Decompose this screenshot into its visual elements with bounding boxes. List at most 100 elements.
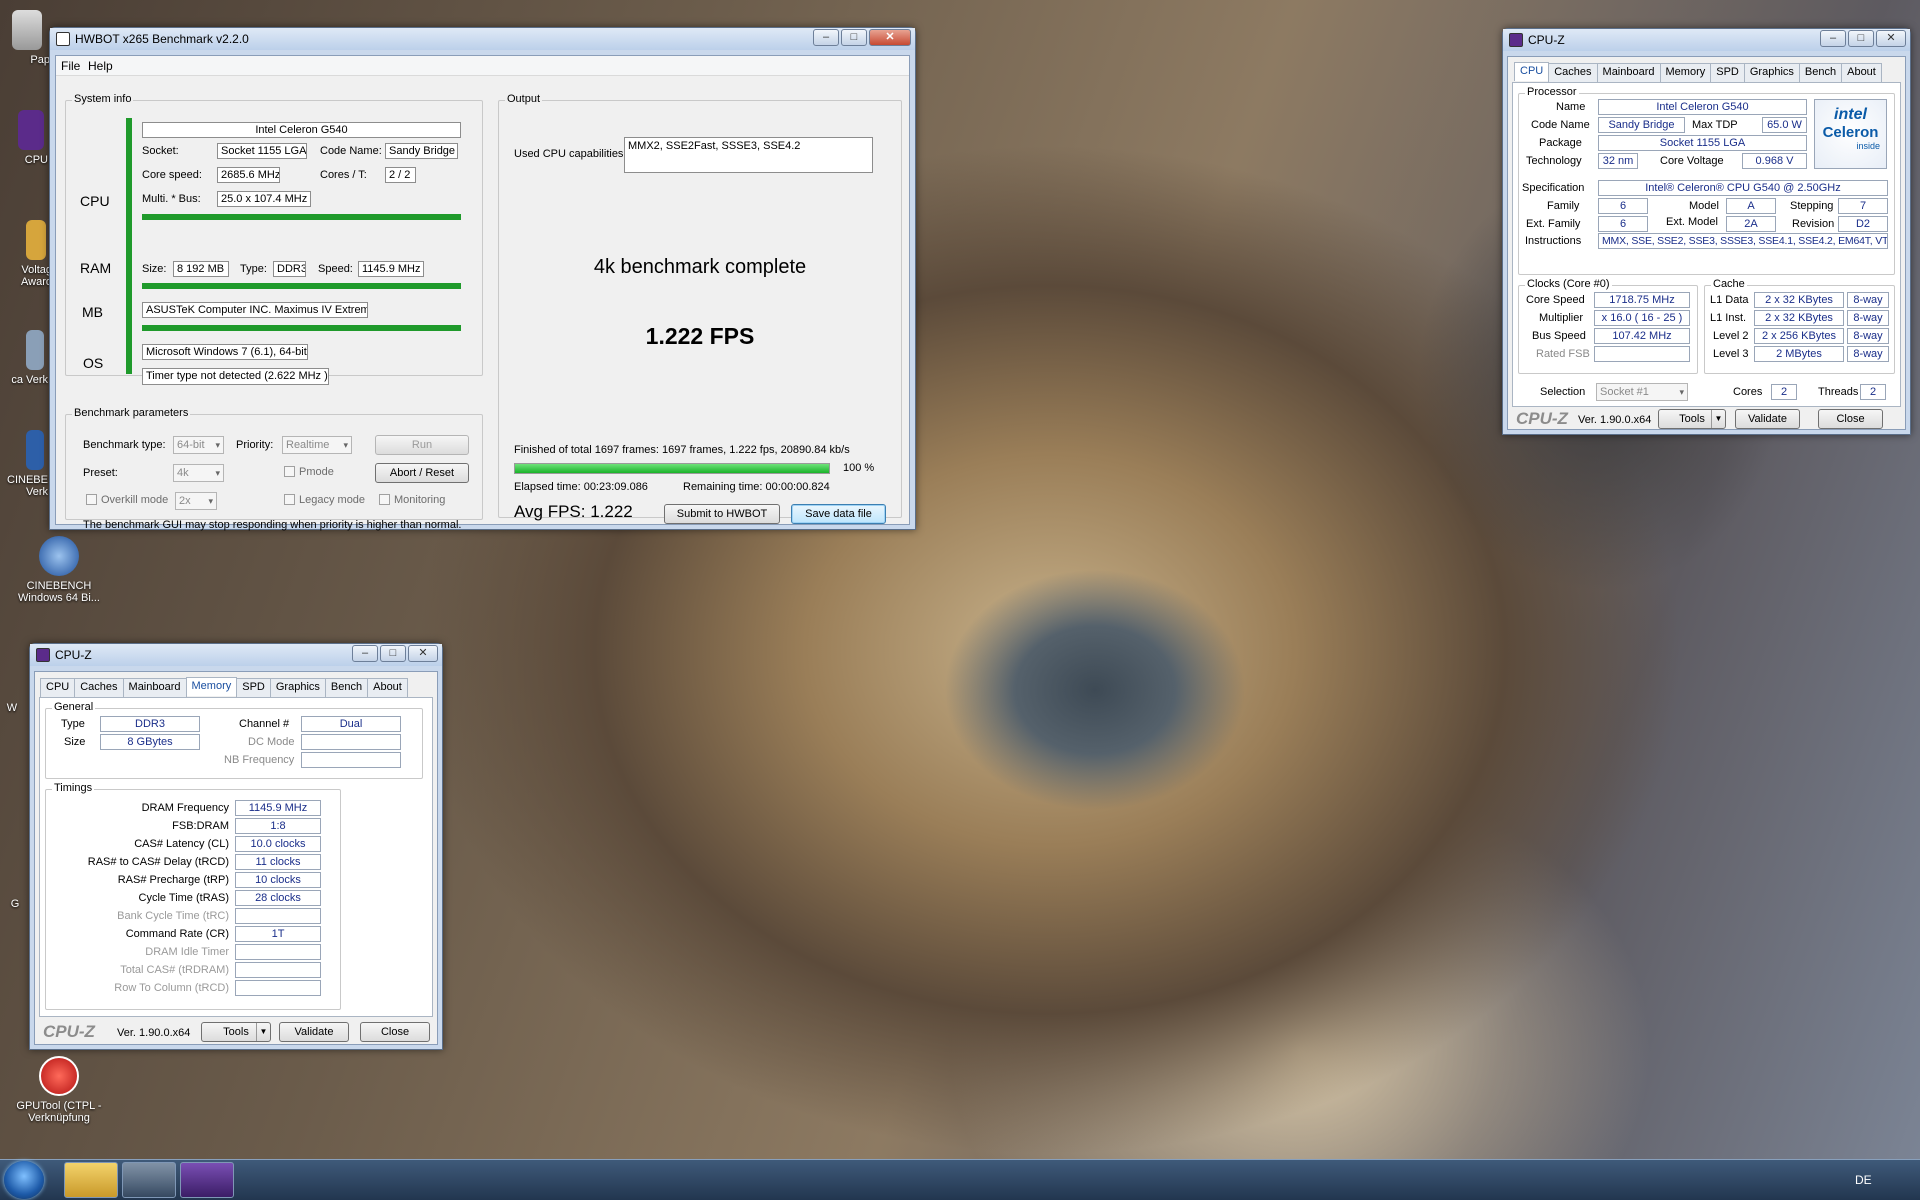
priority-select[interactable]: Realtime <box>282 436 352 454</box>
processor-name-field: Intel Celeron G540 <box>1598 99 1807 115</box>
socket-field: Socket 1155 LGA <box>217 143 307 159</box>
monitoring-checkbox[interactable]: Monitoring <box>379 494 445 506</box>
threads-label: Threads <box>1818 386 1859 398</box>
w-icon[interactable]: W <box>0 702 24 714</box>
os-field: Microsoft Windows 7 (6.1), 64-bit <box>142 344 308 360</box>
tools-dropdown-icon[interactable]: ▼ <box>1711 410 1725 428</box>
tab-bench[interactable]: Bench <box>1798 63 1843 82</box>
cores-field: 2 <box>1771 384 1797 400</box>
tools-button[interactable]: Tools ▼ <box>201 1022 271 1042</box>
cpuz-version: Ver. 1.90.0.x64 <box>117 1027 191 1039</box>
start-button[interactable] <box>4 1161 44 1199</box>
cinebench-shortcut-icon[interactable]: CINEBE Verk <box>0 430 48 498</box>
tab-caches[interactable]: Caches <box>1548 63 1598 82</box>
taskbar-explorer-icon[interactable] <box>64 1162 118 1198</box>
ram-label: RAM <box>80 260 112 276</box>
tools-button[interactable]: Tools ▼ <box>1658 409 1726 429</box>
menu-help[interactable]: Help <box>88 59 113 73</box>
timing-value: 10.0 clocks <box>235 836 321 852</box>
maximize-button[interactable]: □ <box>841 29 867 46</box>
channel-field: Dual <box>301 716 401 732</box>
cpuz-memory-window[interactable]: CPU-Z – □ ✕ CPU Caches Mainboard Memory … <box>29 643 443 1050</box>
timing-label: Row To Column (tRCD) <box>114 982 229 994</box>
recycle-bin-icon[interactable]: Pap <box>0 10 50 66</box>
close-app-button[interactable]: Close <box>1818 409 1883 429</box>
channel-label: Channel # <box>239 718 290 730</box>
tab-graphics[interactable]: Graphics <box>1743 63 1800 82</box>
tab-mainboard[interactable]: Mainboard <box>122 678 187 697</box>
tab-about[interactable]: About <box>367 678 408 697</box>
socket-selection[interactable]: Socket #1 <box>1596 383 1688 401</box>
l1-inst-assoc: 8-way <box>1847 310 1889 326</box>
corespeed-field: 2685.6 MHz <box>217 167 280 183</box>
tab-spd[interactable]: SPD <box>1710 63 1745 82</box>
tab-mainboard[interactable]: Mainboard <box>1596 63 1661 82</box>
validate-button[interactable]: Validate <box>1735 409 1800 429</box>
pmode-checkbox[interactable]: Pmode <box>284 466 334 478</box>
cpu-caps-field: MMX2, SSE2Fast, SSSE3, SSE4.2 <box>624 137 873 173</box>
menu-file[interactable]: File <box>61 59 80 73</box>
level3-field: 2 MBytes <box>1754 346 1844 362</box>
tab-cpu[interactable]: CPU <box>1514 62 1550 81</box>
legacy-mode-checkbox[interactable]: Legacy mode <box>284 494 365 506</box>
level3-label: Level 3 <box>1713 348 1749 360</box>
abort-reset-button[interactable]: Abort / Reset <box>375 463 469 483</box>
hwbot-titlebar[interactable]: HWBOT x265 Benchmark v2.2.0 <box>50 28 915 50</box>
mb-label: MB <box>82 304 103 320</box>
keyboard-language-indicator[interactable]: DE <box>1855 1173 1872 1187</box>
submit-hwbot-button[interactable]: Submit to HWBOT <box>664 504 780 524</box>
progress-percent: 100 % <box>843 462 875 474</box>
tab-graphics[interactable]: Graphics <box>269 678 326 697</box>
gputool-icon[interactable]: GPUTool (CTPL - Verknüpfung <box>14 1056 104 1124</box>
stepping-field: 7 <box>1838 198 1888 214</box>
maximize-button[interactable]: □ <box>380 645 406 662</box>
voltage-award-icon[interactable]: Voltag Award <box>0 220 52 288</box>
tab-bench[interactable]: Bench <box>324 678 369 697</box>
hwbot-window[interactable]: HWBOT x265 Benchmark v2.2.0 – □ ✕ File H… <box>49 27 916 531</box>
cpuz-cpu-window[interactable]: CPU-Z – □ ✕ CPU Caches Mainboard Memory … <box>1502 28 1911 435</box>
taskbar: DE <box>0 1159 1920 1200</box>
preset-select[interactable]: 4k <box>173 464 224 482</box>
tab-spd[interactable]: SPD <box>236 678 271 697</box>
tab-memory[interactable]: Memory <box>185 677 238 696</box>
minimize-button[interactable]: – <box>352 645 378 662</box>
socket-label: Socket: <box>142 145 179 157</box>
timing-value: 28 clocks <box>235 890 321 906</box>
tools-dropdown-icon[interactable]: ▼ <box>256 1023 270 1041</box>
validate-button[interactable]: Validate <box>279 1022 349 1042</box>
cpuz-brand: CPU-Z <box>1516 409 1568 428</box>
ram-speed-field: 1145.9 MHz <box>358 261 424 277</box>
ca-shortcut-icon[interactable]: ca Verk <box>0 330 48 386</box>
tab-about[interactable]: About <box>1841 63 1882 82</box>
dc-mode-label: DC Mode <box>248 736 295 748</box>
run-button[interactable]: Run <box>375 435 469 455</box>
tab-caches[interactable]: Caches <box>74 678 124 697</box>
tab-cpu[interactable]: CPU <box>40 678 76 697</box>
minimize-button[interactable]: – <box>813 29 839 46</box>
cinebench-64-icon[interactable]: CINEBENCH Windows 64 Bi... <box>14 536 104 604</box>
cpuz-desktop-icon[interactable]: CPU <box>0 110 48 166</box>
tab-memory[interactable]: Memory <box>1659 63 1712 82</box>
nb-frequency-field <box>301 752 401 768</box>
g-icon[interactable]: G <box>0 898 30 910</box>
core-speed-field: 1718.75 MHz <box>1594 292 1690 308</box>
save-data-file-button[interactable]: Save data file <box>791 504 886 524</box>
mem-type-label: Type <box>61 718 85 730</box>
overkill-select[interactable]: 2x <box>175 492 217 510</box>
ext-model-field: 2A <box>1726 216 1776 232</box>
close-button[interactable]: ✕ <box>408 645 438 662</box>
overkill-checkbox[interactable]: Overkill mode <box>86 494 168 506</box>
benchmark-type-select[interactable]: 64-bit <box>173 436 224 454</box>
close-app-button[interactable]: Close <box>360 1022 430 1042</box>
threads-field: 2 <box>1860 384 1886 400</box>
bus-speed-label: Bus Speed <box>1532 330 1586 342</box>
close-button[interactable]: ✕ <box>869 29 911 46</box>
level2-field: 2 x 256 KBytes <box>1754 328 1844 344</box>
core-voltage-label: Core Voltage <box>1660 155 1724 167</box>
taskbar-hwbot-icon[interactable] <box>122 1162 176 1198</box>
maximize-button[interactable]: □ <box>1848 30 1874 47</box>
minimize-button[interactable]: – <box>1820 30 1846 47</box>
close-button[interactable]: ✕ <box>1876 30 1906 47</box>
taskbar-cpuz-icon[interactable] <box>180 1162 234 1198</box>
bus-speed-field: 107.42 MHz <box>1594 328 1690 344</box>
